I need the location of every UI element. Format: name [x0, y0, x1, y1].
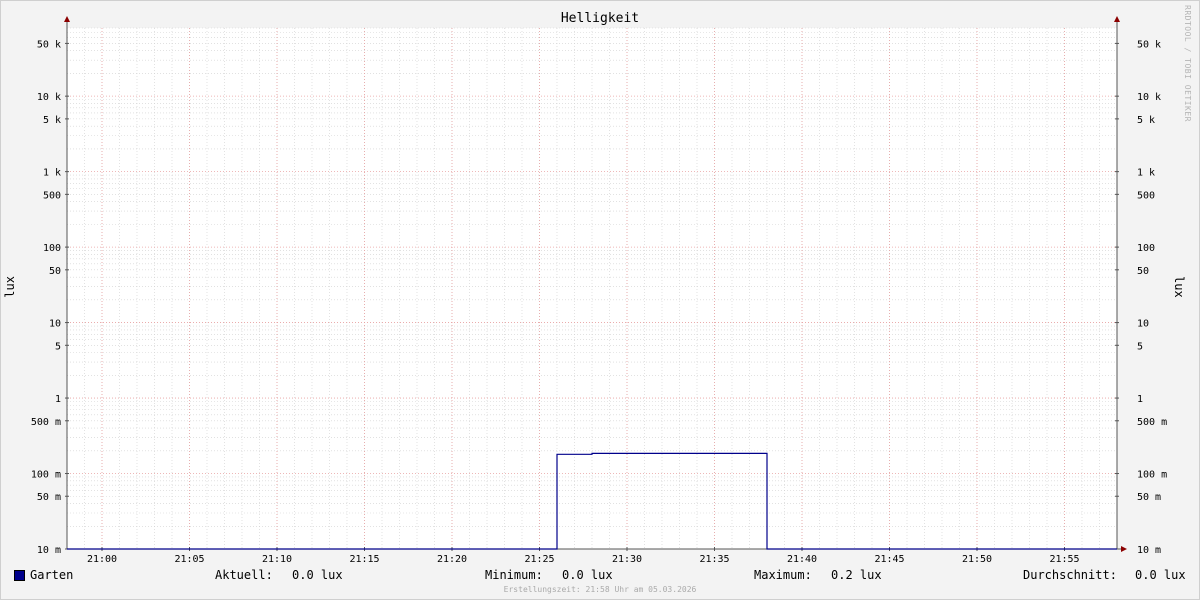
x-tick-label: 21:30 [612, 554, 642, 565]
creation-timestamp: Erstellungszeit: 21:58 Uhr am 05.03.2026 [503, 585, 697, 594]
y-tick-label-left: 10 k [37, 92, 61, 103]
x-tick-label: 21:45 [874, 554, 904, 565]
x-tick-label: 21:40 [787, 554, 817, 565]
y-tick-label-left: 10 [49, 319, 61, 330]
y-tick-label-left: 100 m [31, 470, 61, 481]
y-tick-label-left: 100 [43, 243, 61, 254]
legend-maximum-value: 0.2 lux [831, 568, 882, 582]
y-tick-label-left: 1 k [43, 168, 61, 179]
y-tick-label-right: 10 k [1137, 92, 1161, 103]
chart-plot: 50 k 50 k 10 k 10 k 5 k 5 k 1 k 1 k 500 500 100 100… [31, 16, 1167, 565]
y-tick-label-left: 5 k [43, 115, 61, 126]
legend-minimum-label: Minimum: [485, 568, 543, 582]
x-tick-label: 21:50 [962, 554, 992, 565]
legend-durchschnitt-label: Durchschnitt: [1023, 568, 1117, 582]
y-tick-label-right: 10 m [1137, 545, 1161, 556]
x-tick-label: 21:35 [699, 554, 729, 565]
y-tick-label-left: 50 [49, 266, 61, 277]
legend-swatch-garten [14, 570, 25, 581]
x-tick-label: 21:10 [262, 554, 292, 565]
legend-aktuell-label: Aktuell: [215, 568, 273, 582]
legend-minimum-value: 0.0 lux [562, 568, 613, 582]
y-tick-label-left: 5 [55, 341, 61, 352]
x-axis-arrow [1121, 546, 1127, 552]
y-tick-label-right: 10 [1137, 319, 1149, 330]
legend-durchschnitt-value: 0.0 lux [1135, 568, 1186, 582]
legend-series-name: Garten [30, 568, 74, 582]
y-tick-label-left: 500 m [31, 417, 61, 428]
x-tick-label: 21:05 [174, 554, 204, 565]
y-tick-label-left: 50 m [37, 492, 61, 503]
x-tick-label: 21:15 [349, 554, 379, 565]
y-tick-label-left: 10 m [37, 545, 61, 556]
y-axis-arrow-left [64, 16, 70, 22]
x-tick-label: 21:00 [87, 554, 117, 565]
y-tick-label-right: 1 k [1137, 168, 1155, 179]
y-tick-label-left: 500 [43, 190, 61, 201]
y-tick-label-right: 5 k [1137, 115, 1155, 126]
legend-aktuell-value: 0.0 lux [292, 568, 343, 582]
y-tick-label-right: 50 [1137, 266, 1149, 277]
x-tick-label: 21:20 [437, 554, 467, 565]
y-axis-arrow-right [1114, 16, 1120, 22]
y-tick-label-right: 500 m [1137, 417, 1167, 428]
y-tick-label-right: 5 [1137, 341, 1143, 352]
x-tick-label: 21:55 [1049, 554, 1079, 565]
y-tick-label-right: 1 [1137, 394, 1143, 405]
y-tick-label-left: 1 [55, 394, 61, 405]
y-tick-label-right: 50 k [1137, 39, 1161, 50]
y-tick-label-left: 50 k [37, 39, 61, 50]
y-tick-label-right: 500 [1137, 190, 1155, 201]
y-tick-label-right: 100 [1137, 243, 1155, 254]
x-tick-label: 21:25 [524, 554, 554, 565]
y-tick-label-right: 100 m [1137, 470, 1167, 481]
y-tick-label-right: 50 m [1137, 492, 1161, 503]
legend-maximum-label: Maximum: [754, 568, 812, 582]
